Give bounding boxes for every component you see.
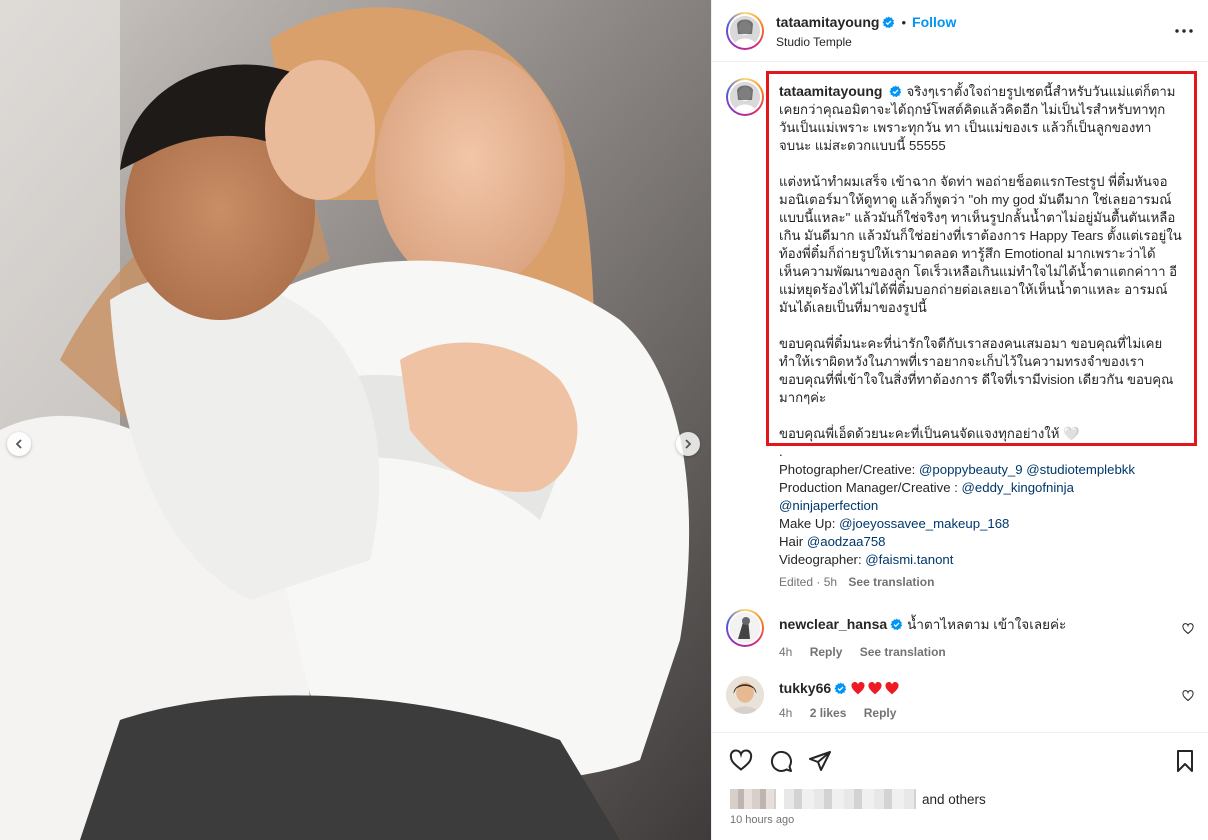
mention-link[interactable]: @faismi.tanont (865, 552, 953, 567)
credit-label: Make Up: (779, 516, 840, 531)
comment-time: 4h (779, 645, 793, 659)
commenter-avatar-image (728, 611, 762, 645)
credit-label: Videographer: (779, 552, 866, 567)
credit-hair: Hair @aodzaa758 (779, 533, 1195, 551)
caption-line: ขอบคุณพี่เอ็ดด้วยนะคะที่เป็นคนจัดแจงทุกอ… (779, 426, 1080, 441)
caption-text: tataamitayoung จริงๆเราตั้งใจถ่ายรูปเซตนี… (779, 82, 1195, 591)
chevron-right-icon (685, 439, 692, 449)
likes-summary[interactable]: and others (730, 789, 986, 809)
caption-line: เห็นความพัฒนาของลูก โตเร็วเหลือเกินแม่ทำ… (779, 264, 1178, 279)
more-options-icon[interactable] (1175, 24, 1193, 38)
post-header-info: tataamitayoung • Follow Studio Temple (776, 14, 956, 49)
caption-author-avatar[interactable] (726, 78, 764, 116)
credit-label: Photographer/Creative: (779, 462, 920, 477)
author-avatar[interactable] (726, 12, 764, 50)
author-avatar-image (728, 14, 762, 48)
follow-button[interactable]: Follow (912, 14, 956, 30)
comment-username[interactable]: tukky66 (779, 680, 831, 696)
caption-line: มันได้เลยเป็นที่มาของรูปนี้ (779, 300, 927, 315)
credit-label: Hair (779, 534, 807, 549)
chevron-left-icon (15, 439, 22, 449)
comment-time: 4h (779, 706, 793, 720)
and-others-text[interactable]: and others (922, 792, 986, 807)
next-image-button[interactable] (676, 432, 700, 456)
verified-badge-icon (834, 682, 847, 695)
previous-image-button[interactable] (7, 432, 31, 456)
post-side-panel: tataamitayoung • Follow Studio Temple ta… (711, 0, 1208, 840)
red-heart-icon (885, 682, 899, 695)
comment-body: tukky66 4h 2 likes Reply (779, 680, 1169, 720)
see-translation-button[interactable]: See translation (860, 645, 946, 659)
comment-meta: 4h Reply See translation (779, 645, 1169, 659)
save-bookmark-icon[interactable] (1173, 749, 1197, 773)
caption-line: จบนะ แม่สะดวกแบบนี้ 55555 (779, 138, 946, 153)
credit-photographer: Photographer/Creative: @poppybeauty_9 @s… (779, 461, 1195, 479)
mention-link[interactable]: @poppybeauty_9 (919, 462, 1023, 477)
comment-bubble-icon[interactable] (769, 749, 793, 773)
red-heart-icon (851, 682, 865, 695)
caption-meta: Edited · 5h See translation (779, 573, 1195, 591)
caption-line: แต่งหน้าทำผมเสร็จ เข้าฉาก จัดท่า พอถ่ายช… (779, 174, 1168, 189)
post-actions: and others 10 hours ago (712, 732, 1208, 840)
like-heart-icon[interactable] (729, 749, 753, 773)
reply-button[interactable]: Reply (810, 645, 843, 659)
post-photo (0, 0, 711, 840)
post-header: tataamitayoung • Follow Studio Temple (712, 0, 1208, 62)
caption-line: ขอบคุณที่พี่เข้าใจในสิ่งที่ทาต้องการ ดีใ… (779, 372, 1174, 387)
caption-line: เกิน มันดีมาก แล้วมันก็ใช่อย่างที่เราต้อ… (779, 228, 1182, 243)
header-separator: • (901, 14, 907, 30)
comment-username[interactable]: newclear_hansa (779, 616, 887, 632)
mention-link[interactable]: @ninjaperfection (779, 498, 878, 513)
mention-link[interactable]: @aodzaa758 (807, 534, 886, 549)
caption-line: จริงๆเราตั้งใจถ่ายรูปเซตนี้สำหรับวันแม่แ… (906, 84, 1176, 99)
verified-badge-icon (890, 618, 903, 631)
caption-username[interactable]: tataamitayoung (779, 83, 882, 99)
mention-link[interactable]: @studiotemplebkk (1026, 462, 1135, 477)
credit-production: Production Manager/Creative : @eddy_king… (779, 479, 1195, 497)
liker-names-blurred (784, 789, 916, 809)
credit-label: Production Manager/Creative : (779, 480, 962, 495)
verified-badge-icon (890, 85, 902, 98)
caption-dot: . (779, 444, 783, 459)
mention-link[interactable]: @eddy_kingofninja (962, 480, 1074, 495)
heart-outline-icon[interactable] (1182, 623, 1194, 635)
credit-makeup: Make Up: @joeyossavee_makeup_168 (779, 515, 1195, 533)
edited-timestamp: Edited · 5h (779, 575, 838, 589)
comment-item: tukky66 4h 2 likes Reply (712, 676, 1208, 736)
see-translation-button[interactable]: See translation (848, 575, 934, 589)
red-heart-icon (868, 682, 882, 695)
verified-badge-icon (883, 16, 895, 28)
caption-line: แบบนี้แหละ" แล้วมันก็ใช่จริงๆ ทาเห็นรูปก… (779, 210, 1176, 225)
share-send-icon[interactable] (808, 749, 832, 773)
comment-body: newclear_hansa น้ำตาไหลตาม เข้าใจเลยค่ะ 4… (779, 613, 1169, 659)
heart-outline-icon[interactable] (1182, 690, 1194, 702)
post-timestamp[interactable]: 10 hours ago (730, 814, 794, 826)
comment-text: น้ำตาไหลตาม เข้าใจเลยค่ะ (907, 617, 1067, 632)
commenter-avatar[interactable] (726, 609, 764, 647)
caption-line: มอนิเตอร์มาให้ดูทาดู แล้วก็พูดว่า "oh my… (779, 192, 1172, 207)
post-location[interactable]: Studio Temple (776, 35, 956, 49)
comment-likes[interactable]: 2 likes (810, 706, 847, 720)
caption-author-avatar-image (728, 80, 762, 114)
reply-button[interactable]: Reply (864, 706, 897, 720)
caption-line: ท้องพี่ติ๋มก็ถ่ายรูปให้เรามาตลอด ทารู้สึ… (779, 246, 1156, 261)
liker-avatars-blurred (730, 789, 776, 809)
commenter-avatar[interactable] (726, 676, 764, 714)
author-username[interactable]: tataamitayoung (776, 14, 879, 30)
comment-meta: 4h 2 likes Reply (779, 706, 1169, 720)
caption-line: ทำให้เราผิดหวังในภาพที่เราอยากจะเก็บไว้ใ… (779, 354, 1145, 369)
comment-item: newclear_hansa น้ำตาไหลตาม เข้าใจเลยค่ะ 4… (712, 609, 1208, 669)
credit-video: Videographer: @faismi.tanont (779, 551, 1195, 569)
caption-line: แม่หยุดร้องไห้ไม่ได้พี่ติ๋มบอกถ่ายต่อเลย… (779, 282, 1168, 297)
commenter-avatar-image (726, 676, 764, 714)
caption-line: เคยกว่าคุณอมิตาจะได้ฤกษ์โพสต์คิดแล้วคิดอ… (779, 102, 1166, 117)
caption-line: วันเป็นแม่เพราะ เพราะทุกวัน ทา เป็นแม่ขอ… (779, 120, 1152, 135)
caption-line: ขอบคุณพี่ติ๋มนะคะที่น่ารักใจดีกับเราสองค… (779, 336, 1163, 351)
mention-link[interactable]: @joeyossavee_makeup_168 (839, 516, 1009, 531)
caption-area: tataamitayoung จริงๆเราตั้งใจถ่ายรูปเซตนี… (712, 62, 1208, 592)
caption-line: มากๆค่ะ (779, 390, 827, 405)
post-media[interactable] (0, 0, 711, 840)
